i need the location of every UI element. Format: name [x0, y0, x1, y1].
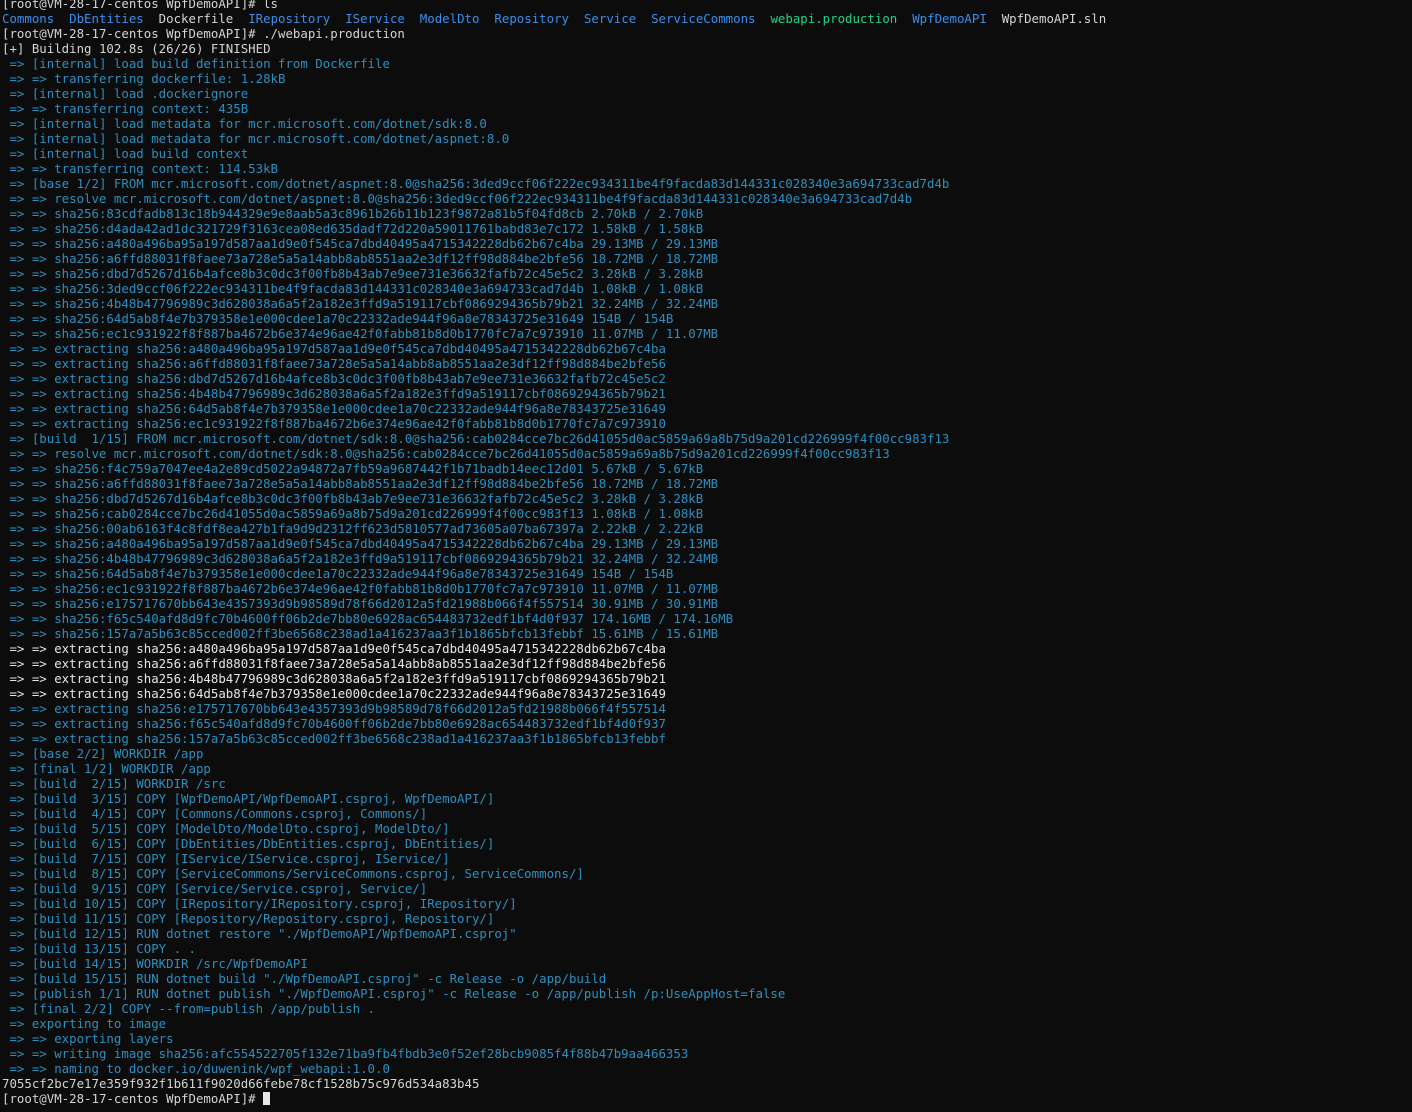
- text-cursor: [263, 1092, 271, 1105]
- output-line: => [build 9/15] COPY [Service/Service.cs…: [2, 881, 428, 896]
- output-line: => [build 2/15] WORKDIR /src: [2, 776, 226, 791]
- output-line: => [build 3/15] COPY [WpfDemoAPI/WpfDemo…: [2, 791, 495, 806]
- output-line: => [build 13/15] COPY . .: [2, 941, 196, 956]
- output-line: => [publish 1/1] RUN dotnet publish "./W…: [2, 986, 786, 1001]
- output-line: => [internal] load .dockerignore: [2, 86, 249, 101]
- ls-output-line: Commons DbEntities Dockerfile IRepositor…: [2, 11, 1410, 26]
- ls-entry: Commons: [2, 11, 55, 26]
- ls-entry: DbEntities: [69, 11, 144, 26]
- output-line: => => extracting sha256:e175717670bb643e…: [2, 701, 666, 716]
- output-line: => => sha256:83cdfadb813c18b944329e9e8aa…: [2, 206, 704, 221]
- output-line: => => extracting sha256:a6ffd88031f8faee…: [2, 356, 666, 371]
- output-line: => => sha256:157a7a5b63c85cced002ff3be65…: [2, 626, 719, 641]
- output-line: 7055cf2bc7e17e359f932f1b611f9020d66febe7…: [2, 1076, 480, 1091]
- output-line: [+] Building 102.8s (26/26) FINISHED: [2, 41, 271, 56]
- terminal-window[interactable]: [root@VM-28-17-centos WpfDemoAPI]# ls Co…: [2, 0, 1410, 1112]
- output-line: => => sha256:4b48b47796989c3d628038a6a5f…: [2, 296, 719, 311]
- shell-prompt: [root@VM-28-17-centos WpfDemoAPI]#: [2, 1091, 264, 1106]
- output-line: => [internal] load build context: [2, 146, 249, 161]
- partial-prompt-line: [root@VM-28-17-centos WpfDemoAPI]# ls: [2, 0, 279, 11]
- output-line: => [internal] load build definition from…: [2, 56, 390, 71]
- output-line: => => sha256:dbd7d5267d16b4afce8b3c0dc3f…: [2, 266, 704, 281]
- output-line: => => transferring context: 114.53kB: [2, 161, 279, 176]
- output-line: => => resolve mcr.microsoft.com/dotnet/a…: [2, 191, 913, 206]
- output-line: => [build 10/15] COPY [IRepository/IRepo…: [2, 896, 517, 911]
- output-line: => [base 2/2] WORKDIR /app: [2, 746, 204, 761]
- output-line: => => exporting layers: [2, 1031, 174, 1046]
- output-line: => [internal] load metadata for mcr.micr…: [2, 116, 487, 131]
- build-output: [root@VM-28-17-centos WpfDemoAPI]# ./web…: [2, 26, 1410, 1091]
- output-line: => [internal] load metadata for mcr.micr…: [2, 131, 510, 146]
- output-line: => [build 14/15] WORKDIR /src/WpfDemoAPI: [2, 956, 308, 971]
- output-line: => => sha256:64d5ab8f4e7b379358e1e000cde…: [2, 311, 674, 326]
- output-line: => => sha256:f4c759a7047ee4a2e89cd5022a9…: [2, 461, 704, 476]
- output-line: => [build 6/15] COPY [DbEntities/DbEntit…: [2, 836, 495, 851]
- output-line: [root@VM-28-17-centos WpfDemoAPI]# ./web…: [2, 26, 405, 41]
- output-line: => => sha256:cab0284cce7bc26d41055d0ac58…: [2, 506, 704, 521]
- output-line: => [build 4/15] COPY [Commons/Commons.cs…: [2, 806, 428, 821]
- output-line: => [base 1/2] FROM mcr.microsoft.com/dot…: [2, 176, 950, 191]
- output-line: => => sha256:f65c540afd8d9fc70b4600ff06b…: [2, 611, 734, 626]
- output-line: => => sha256:64d5ab8f4e7b379358e1e000cde…: [2, 566, 674, 581]
- output-line: => [build 5/15] COPY [ModelDto/ModelDto.…: [2, 821, 450, 836]
- output-line: => => writing image sha256:afc554522705f…: [2, 1046, 689, 1061]
- output-line: => => extracting sha256:4b48b47796989c3d…: [2, 671, 666, 686]
- output-line: => => extracting sha256:a480a496ba95a197…: [2, 341, 666, 356]
- output-line: => => sha256:a6ffd88031f8faee73a728e5a5a…: [2, 251, 719, 266]
- output-line: => => sha256:ec1c931922f8f887ba4672b6e37…: [2, 581, 719, 596]
- ls-entry: ModelDto: [419, 11, 480, 26]
- output-line: => => extracting sha256:64d5ab8f4e7b3793…: [2, 686, 666, 701]
- ls-entry: Dockerfile: [158, 11, 234, 26]
- output-line: => => sha256:a480a496ba95a197d587aa1d9e0…: [2, 536, 719, 551]
- output-line: => [final 2/2] COPY --from=publish /app/…: [2, 1001, 375, 1016]
- output-line: => => extracting sha256:a6ffd88031f8faee…: [2, 656, 666, 671]
- ls-entry: webapi.production: [770, 11, 898, 26]
- ls-entry: IService: [345, 11, 405, 26]
- output-line: => => resolve mcr.microsoft.com/dotnet/s…: [2, 446, 890, 461]
- ls-entry: Repository: [494, 11, 570, 26]
- output-line: => => sha256:4b48b47796989c3d628038a6a5f…: [2, 551, 719, 566]
- output-line: => => transferring dockerfile: 1.28kB: [2, 71, 286, 86]
- output-line: => [build 11/15] COPY [Repository/Reposi…: [2, 911, 495, 926]
- output-line: => => extracting sha256:4b48b47796989c3d…: [2, 386, 666, 401]
- output-line: => [build 7/15] COPY [IService/IService.…: [2, 851, 450, 866]
- output-line: => [final 1/2] WORKDIR /app: [2, 761, 211, 776]
- output-line: => => sha256:ec1c931922f8f887ba4672b6e37…: [2, 326, 719, 341]
- prompt-line[interactable]: [root@VM-28-17-centos WpfDemoAPI]#: [2, 1091, 1410, 1106]
- ls-entry: WpfDemoAPI.sln: [1001, 11, 1107, 26]
- output-line: => => extracting sha256:a480a496ba95a197…: [2, 641, 666, 656]
- output-line: => [build 12/15] RUN dotnet restore "./W…: [2, 926, 517, 941]
- output-line: => [build 1/15] FROM mcr.microsoft.com/d…: [2, 431, 950, 446]
- output-line: => => naming to docker.io/duwenink/wpf_w…: [2, 1061, 390, 1076]
- output-line: => => sha256:e175717670bb643e4357393d9b9…: [2, 596, 719, 611]
- ls-entry: ServiceCommons: [651, 11, 756, 26]
- output-line: => => sha256:d4ada42ad1dc321729f3163cea0…: [2, 221, 704, 236]
- output-line: => => sha256:a6ffd88031f8faee73a728e5a5a…: [2, 476, 719, 491]
- output-line: => => sha256:dbd7d5267d16b4afce8b3c0dc3f…: [2, 491, 704, 506]
- output-line: => => extracting sha256:157a7a5b63c85cce…: [2, 731, 666, 746]
- output-line: => => extracting sha256:ec1c931922f8f887…: [2, 416, 666, 431]
- output-line: => exporting to image: [2, 1016, 167, 1031]
- output-line: => => sha256:00ab6163f4c8fdf8ea427b1fa9d…: [2, 521, 704, 536]
- output-line: => => sha256:a480a496ba95a197d587aa1d9e0…: [2, 236, 719, 251]
- output-line: => => extracting sha256:f65c540afd8d9fc7…: [2, 716, 666, 731]
- output-line: => => transferring context: 435B: [2, 101, 249, 116]
- output-line: => => sha256:3ded9ccf06f222ec934311be4f9…: [2, 281, 704, 296]
- output-line: => => extracting sha256:dbd7d5267d16b4af…: [2, 371, 666, 386]
- ls-entry: Service: [583, 11, 637, 26]
- ls-entry: WpfDemoAPI: [912, 11, 987, 26]
- ls-entry: IRepository: [248, 11, 331, 26]
- output-line: => [build 15/15] RUN dotnet build "./Wpf…: [2, 971, 607, 986]
- output-line: => [build 8/15] COPY [ServiceCommons/Ser…: [2, 866, 584, 881]
- output-line: => => extracting sha256:64d5ab8f4e7b3793…: [2, 401, 666, 416]
